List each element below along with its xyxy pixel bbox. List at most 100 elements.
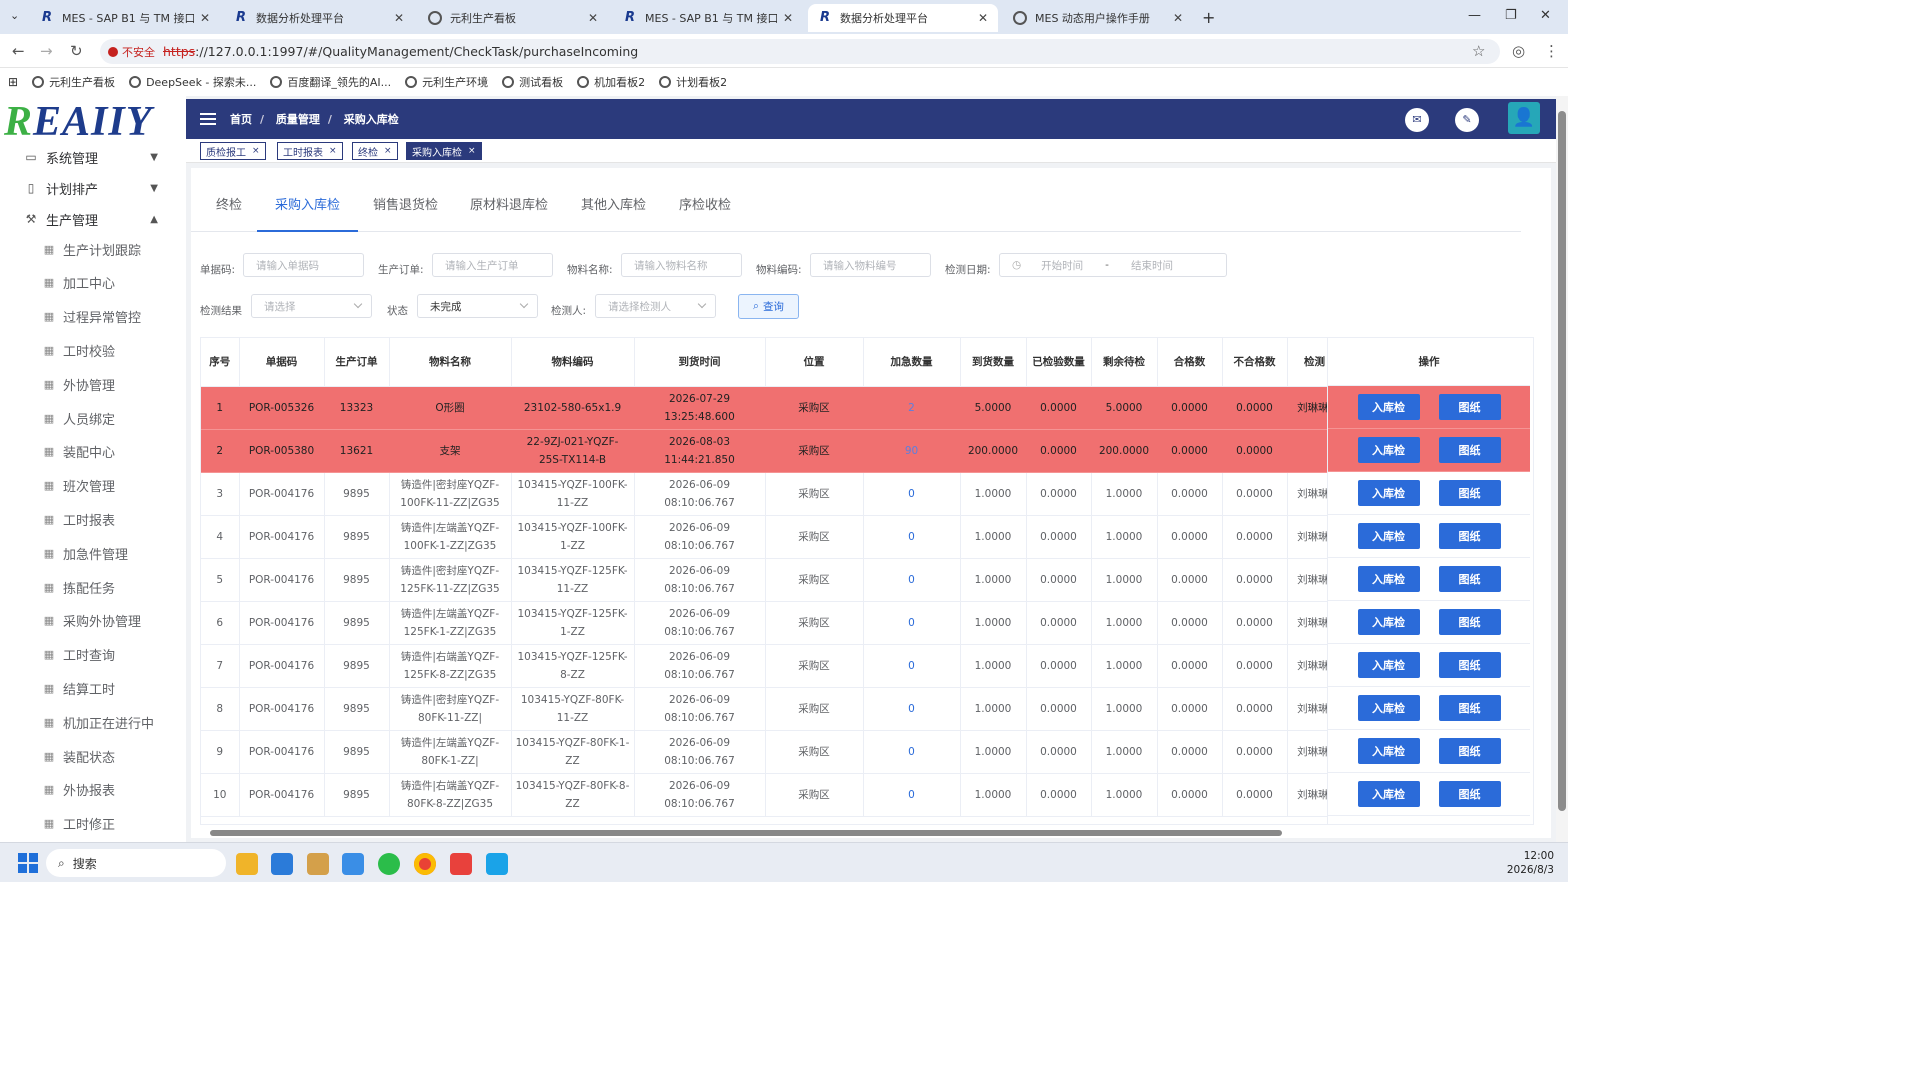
close-tag-icon[interactable]: × bbox=[252, 146, 260, 156]
browser-tab[interactable]: 元利生产看板 ✕ bbox=[418, 4, 608, 32]
close-window-icon[interactable]: ✕ bbox=[1540, 8, 1551, 23]
bookmark-item[interactable]: 计划看板2 bbox=[659, 74, 727, 90]
forward-icon[interactable]: → bbox=[40, 42, 53, 60]
inbound-check-button[interactable]: 入库检 bbox=[1357, 394, 1420, 420]
app-icon[interactable] bbox=[307, 853, 329, 875]
sidebar-item[interactable]: ▦ 装配状态 bbox=[0, 739, 186, 773]
inbound-check-button[interactable]: 入库检 bbox=[1357, 523, 1420, 549]
drawing-button[interactable]: 图纸 bbox=[1438, 781, 1501, 807]
inbound-check-button[interactable]: 入库检 bbox=[1357, 566, 1420, 592]
tab-3[interactable]: 销售退货检 bbox=[373, 190, 438, 232]
close-tab-icon[interactable]: ✕ bbox=[394, 11, 404, 25]
more-menu-icon[interactable]: ⋮ bbox=[1544, 42, 1559, 60]
inbound-check-button[interactable]: 入库检 bbox=[1357, 609, 1420, 635]
close-tab-icon[interactable]: ✕ bbox=[200, 11, 210, 25]
drawing-button[interactable]: 图纸 bbox=[1438, 652, 1501, 678]
windows-start-icon[interactable] bbox=[18, 853, 38, 873]
inbound-check-button[interactable]: 入库检 bbox=[1357, 437, 1420, 463]
sidebar-group-3[interactable]: ⚒ 生产管理 ▲ bbox=[0, 204, 186, 234]
bookmark-item[interactable]: 测试看板 bbox=[502, 74, 563, 90]
inbound-check-button[interactable]: 入库检 bbox=[1357, 652, 1420, 678]
table-vertical-scrollbar[interactable] bbox=[1531, 386, 1534, 825]
page-tag[interactable]: 采购入库检 × bbox=[406, 142, 482, 160]
sidebar-item[interactable]: ▦ 生产计划跟踪 bbox=[0, 232, 186, 266]
sidebar-item[interactable]: ▦ 加急件管理 bbox=[0, 536, 186, 570]
new-tab-button[interactable]: + bbox=[1202, 8, 1215, 27]
bookmark-item[interactable]: 百度翻译_领先的AI... bbox=[270, 74, 391, 90]
bookmark-star-icon[interactable]: ☆ bbox=[1472, 42, 1485, 60]
tab-4[interactable]: 原材料退库检 bbox=[470, 190, 548, 232]
date-range-picker[interactable]: ◷ 开始时间 - 结束时间 bbox=[999, 253, 1227, 277]
close-tab-icon[interactable]: ✕ bbox=[978, 11, 988, 25]
drawing-button[interactable]: 图纸 bbox=[1438, 480, 1501, 506]
inbound-check-button[interactable]: 入库检 bbox=[1357, 695, 1420, 721]
drawing-button[interactable]: 图纸 bbox=[1438, 566, 1501, 592]
close-tab-icon[interactable]: ✕ bbox=[588, 11, 598, 25]
sidebar-item[interactable]: ▦ 机加正在进行中 bbox=[0, 705, 186, 739]
tab-5[interactable]: 其他入库检 bbox=[581, 190, 646, 232]
bookmark-item[interactable]: 机加看板2 bbox=[577, 74, 645, 90]
drawing-button[interactable]: 图纸 bbox=[1438, 738, 1501, 764]
app-icon-3[interactable] bbox=[486, 853, 508, 875]
doc-no-input[interactable]: 请输入单据码 bbox=[243, 253, 364, 277]
status-select[interactable]: 未完成 bbox=[417, 294, 538, 318]
close-tag-icon[interactable]: × bbox=[329, 146, 337, 156]
material-name-input[interactable]: 请输入物料名称 bbox=[621, 253, 742, 277]
end-date[interactable]: 结束时间 bbox=[1131, 258, 1173, 273]
sidebar-item[interactable]: ▦ 人员绑定 bbox=[0, 401, 186, 435]
browser-tab[interactable]: MES 动态用户操作手册 ✕ bbox=[1003, 4, 1193, 32]
security-indicator[interactable]: 不安全 bbox=[108, 44, 155, 60]
sidebar-group-2[interactable]: ▯ 计划排产 ▼ bbox=[0, 173, 186, 203]
sidebar-item[interactable]: ▦ 外协报表 bbox=[0, 773, 186, 807]
material-code-input[interactable]: 请输入物料编号 bbox=[810, 253, 931, 277]
wps-icon[interactable] bbox=[450, 853, 472, 875]
profile-icon[interactable]: ◎ bbox=[1512, 42, 1525, 60]
sidebar-item[interactable]: ▦ 过程异常管控 bbox=[0, 300, 186, 334]
url-field[interactable]: 不安全 https://127.0.0.1:1997/#/QualityMana… bbox=[100, 39, 1500, 64]
drawing-button[interactable]: 图纸 bbox=[1438, 437, 1501, 463]
minimize-icon[interactable]: — bbox=[1468, 8, 1481, 23]
bookmark-item[interactable]: DeepSeek - 探索未... bbox=[129, 74, 256, 90]
tab-2[interactable]: 采购入库检 bbox=[257, 190, 359, 232]
browser-tab[interactable]: R MES - SAP B1 与 TM 接口调用 ✕ bbox=[30, 4, 220, 32]
table-horizontal-scrollbar[interactable] bbox=[200, 828, 1534, 838]
apps-icon[interactable]: ⊞ bbox=[8, 75, 18, 89]
tab-list-icon[interactable]: ⌄ bbox=[10, 9, 19, 22]
sidebar-item[interactable]: ▦ 拣配任务 bbox=[0, 570, 186, 604]
page-tag[interactable]: 工时报表 × bbox=[277, 142, 343, 160]
sidebar-item[interactable]: ▦ 工时修正 bbox=[0, 807, 186, 841]
result-select[interactable]: 请选择 bbox=[251, 294, 372, 318]
sidebar-group-1[interactable]: ▭ 系统管理 ▼ bbox=[0, 142, 186, 172]
browser-tab[interactable]: R 数据分析处理平台 ✕ bbox=[224, 4, 414, 32]
start-date[interactable]: 开始时间 bbox=[1041, 258, 1083, 273]
sidebar-item[interactable]: ▦ 工时校验 bbox=[0, 333, 186, 367]
drawing-button[interactable]: 图纸 bbox=[1438, 523, 1501, 549]
tab-6[interactable]: 序检收检 bbox=[679, 190, 731, 232]
sidebar-item[interactable]: ▦ 外协管理 bbox=[0, 367, 186, 401]
reload-icon[interactable]: ↻ bbox=[70, 42, 83, 60]
query-button[interactable]: ⌕ 查询 bbox=[738, 294, 799, 319]
bookmark-item[interactable]: 元利生产看板 bbox=[32, 74, 115, 90]
mail-icon[interactable]: ✉ bbox=[1405, 108, 1429, 132]
breadcrumb-quality[interactable]: 质量管理 bbox=[276, 113, 320, 126]
breadcrumb-home[interactable]: 首页 bbox=[230, 113, 252, 126]
vscode-icon[interactable] bbox=[271, 853, 293, 875]
avatar[interactable]: 👤 bbox=[1508, 102, 1540, 134]
sidebar-item[interactable]: ▦ 采购外协管理 bbox=[0, 604, 186, 638]
sidebar-item[interactable]: ▦ 结算工时 bbox=[0, 671, 186, 705]
sidebar-item[interactable]: ▦ 班次管理 bbox=[0, 469, 186, 503]
drawing-button[interactable]: 图纸 bbox=[1438, 695, 1501, 721]
drawing-button[interactable]: 图纸 bbox=[1438, 394, 1501, 420]
page-tag[interactable]: 质检报工 × bbox=[200, 142, 266, 160]
wechat-icon[interactable] bbox=[378, 853, 400, 875]
restore-icon[interactable]: ❐ bbox=[1505, 8, 1517, 23]
page-scrollbar[interactable] bbox=[1556, 96, 1568, 846]
close-tag-icon[interactable]: × bbox=[384, 146, 392, 156]
inbound-check-button[interactable]: 入库检 bbox=[1357, 738, 1420, 764]
browser-tab[interactable]: R 数据分析处理平台 ✕ bbox=[808, 4, 998, 32]
sidebar-item[interactable]: ▦ 装配中心 bbox=[0, 435, 186, 469]
order-input[interactable]: 请输入生产订单 bbox=[432, 253, 553, 277]
tab-1[interactable]: 终检 bbox=[216, 190, 242, 232]
close-tab-icon[interactable]: ✕ bbox=[783, 11, 793, 25]
sidebar-item[interactable]: ▦ 加工中心 bbox=[0, 266, 186, 300]
